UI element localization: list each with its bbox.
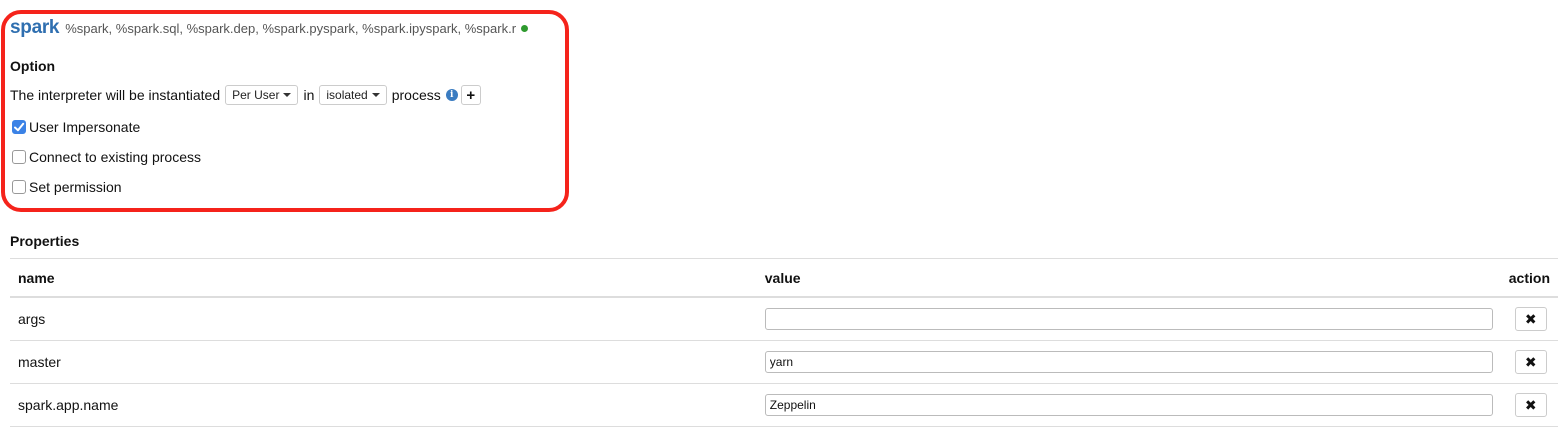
checkbox-checked[interactable] xyxy=(12,120,26,134)
property-value-input[interactable] xyxy=(764,394,1493,416)
scope-dropdown[interactable]: Per User xyxy=(225,85,299,105)
properties-table: name value action args ✖ master ✖ spark.… xyxy=(10,258,1558,427)
close-icon: ✖ xyxy=(1524,353,1537,370)
instantiate-label: The interpreter will be instantiated xyxy=(10,87,221,103)
checkbox-label: Set permission xyxy=(29,179,122,195)
status-dot-icon xyxy=(521,25,529,32)
property-name: master xyxy=(10,340,757,384)
interpreter-header: spark %spark, %spark.sql, %spark.dep, %s… xyxy=(10,17,529,39)
properties-title: Properties xyxy=(10,233,80,249)
info-icon[interactable]: i xyxy=(445,89,458,101)
property-value-input[interactable] xyxy=(764,351,1493,373)
property-name: spark.app.name xyxy=(10,383,757,427)
property-name: args xyxy=(10,297,757,341)
checkbox-unchecked[interactable] xyxy=(12,150,26,164)
checkbox-unchecked[interactable] xyxy=(12,180,26,194)
instantiate-row: The interpreter will be instantiated Per… xyxy=(10,84,481,106)
interpreter-name[interactable]: spark xyxy=(10,17,60,39)
table-row: spark.app.name ✖ xyxy=(10,383,1558,427)
mode-value: isolated xyxy=(326,88,368,102)
checkbox-user-impersonate[interactable]: User Impersonate xyxy=(12,119,140,135)
mode-dropdown[interactable]: isolated xyxy=(319,85,387,105)
table-row: master ✖ xyxy=(10,340,1558,384)
checkbox-connect-existing[interactable]: Connect to existing process xyxy=(12,149,201,165)
close-icon: ✖ xyxy=(1524,396,1537,413)
scope-value: Per User xyxy=(232,88,280,102)
caret-down-icon xyxy=(371,93,380,97)
property-value-input[interactable] xyxy=(764,308,1493,330)
check-icon xyxy=(14,122,25,132)
add-option-button[interactable]: + xyxy=(460,85,481,105)
header-action: action xyxy=(1500,258,1558,298)
checkbox-label: User Impersonate xyxy=(29,119,141,135)
header-name: name xyxy=(10,258,757,298)
remove-property-button[interactable]: ✖ xyxy=(1514,307,1547,331)
checkbox-label: Connect to existing process xyxy=(29,149,201,165)
plus-icon: + xyxy=(466,86,476,104)
interpreter-bindings: %spark, %spark.sql, %spark.dep, %spark.p… xyxy=(65,21,517,36)
remove-property-button[interactable]: ✖ xyxy=(1514,350,1547,374)
in-label: in xyxy=(303,87,315,103)
process-label: process xyxy=(391,87,441,103)
header-value: value xyxy=(756,258,1501,298)
property-value-cell xyxy=(756,383,1501,427)
property-action-cell: ✖ xyxy=(1500,340,1558,384)
close-icon: ✖ xyxy=(1524,310,1537,327)
property-value-cell xyxy=(756,340,1501,384)
caret-down-icon xyxy=(283,93,292,97)
option-title: Option xyxy=(10,58,56,74)
remove-property-button[interactable]: ✖ xyxy=(1514,393,1547,417)
checkbox-set-permission[interactable]: Set permission xyxy=(12,179,122,195)
property-action-cell: ✖ xyxy=(1500,383,1558,427)
table-row: args ✖ xyxy=(10,297,1558,341)
property-value-cell xyxy=(756,297,1501,341)
table-header-row: name value action xyxy=(10,258,1558,298)
property-action-cell: ✖ xyxy=(1500,297,1558,341)
